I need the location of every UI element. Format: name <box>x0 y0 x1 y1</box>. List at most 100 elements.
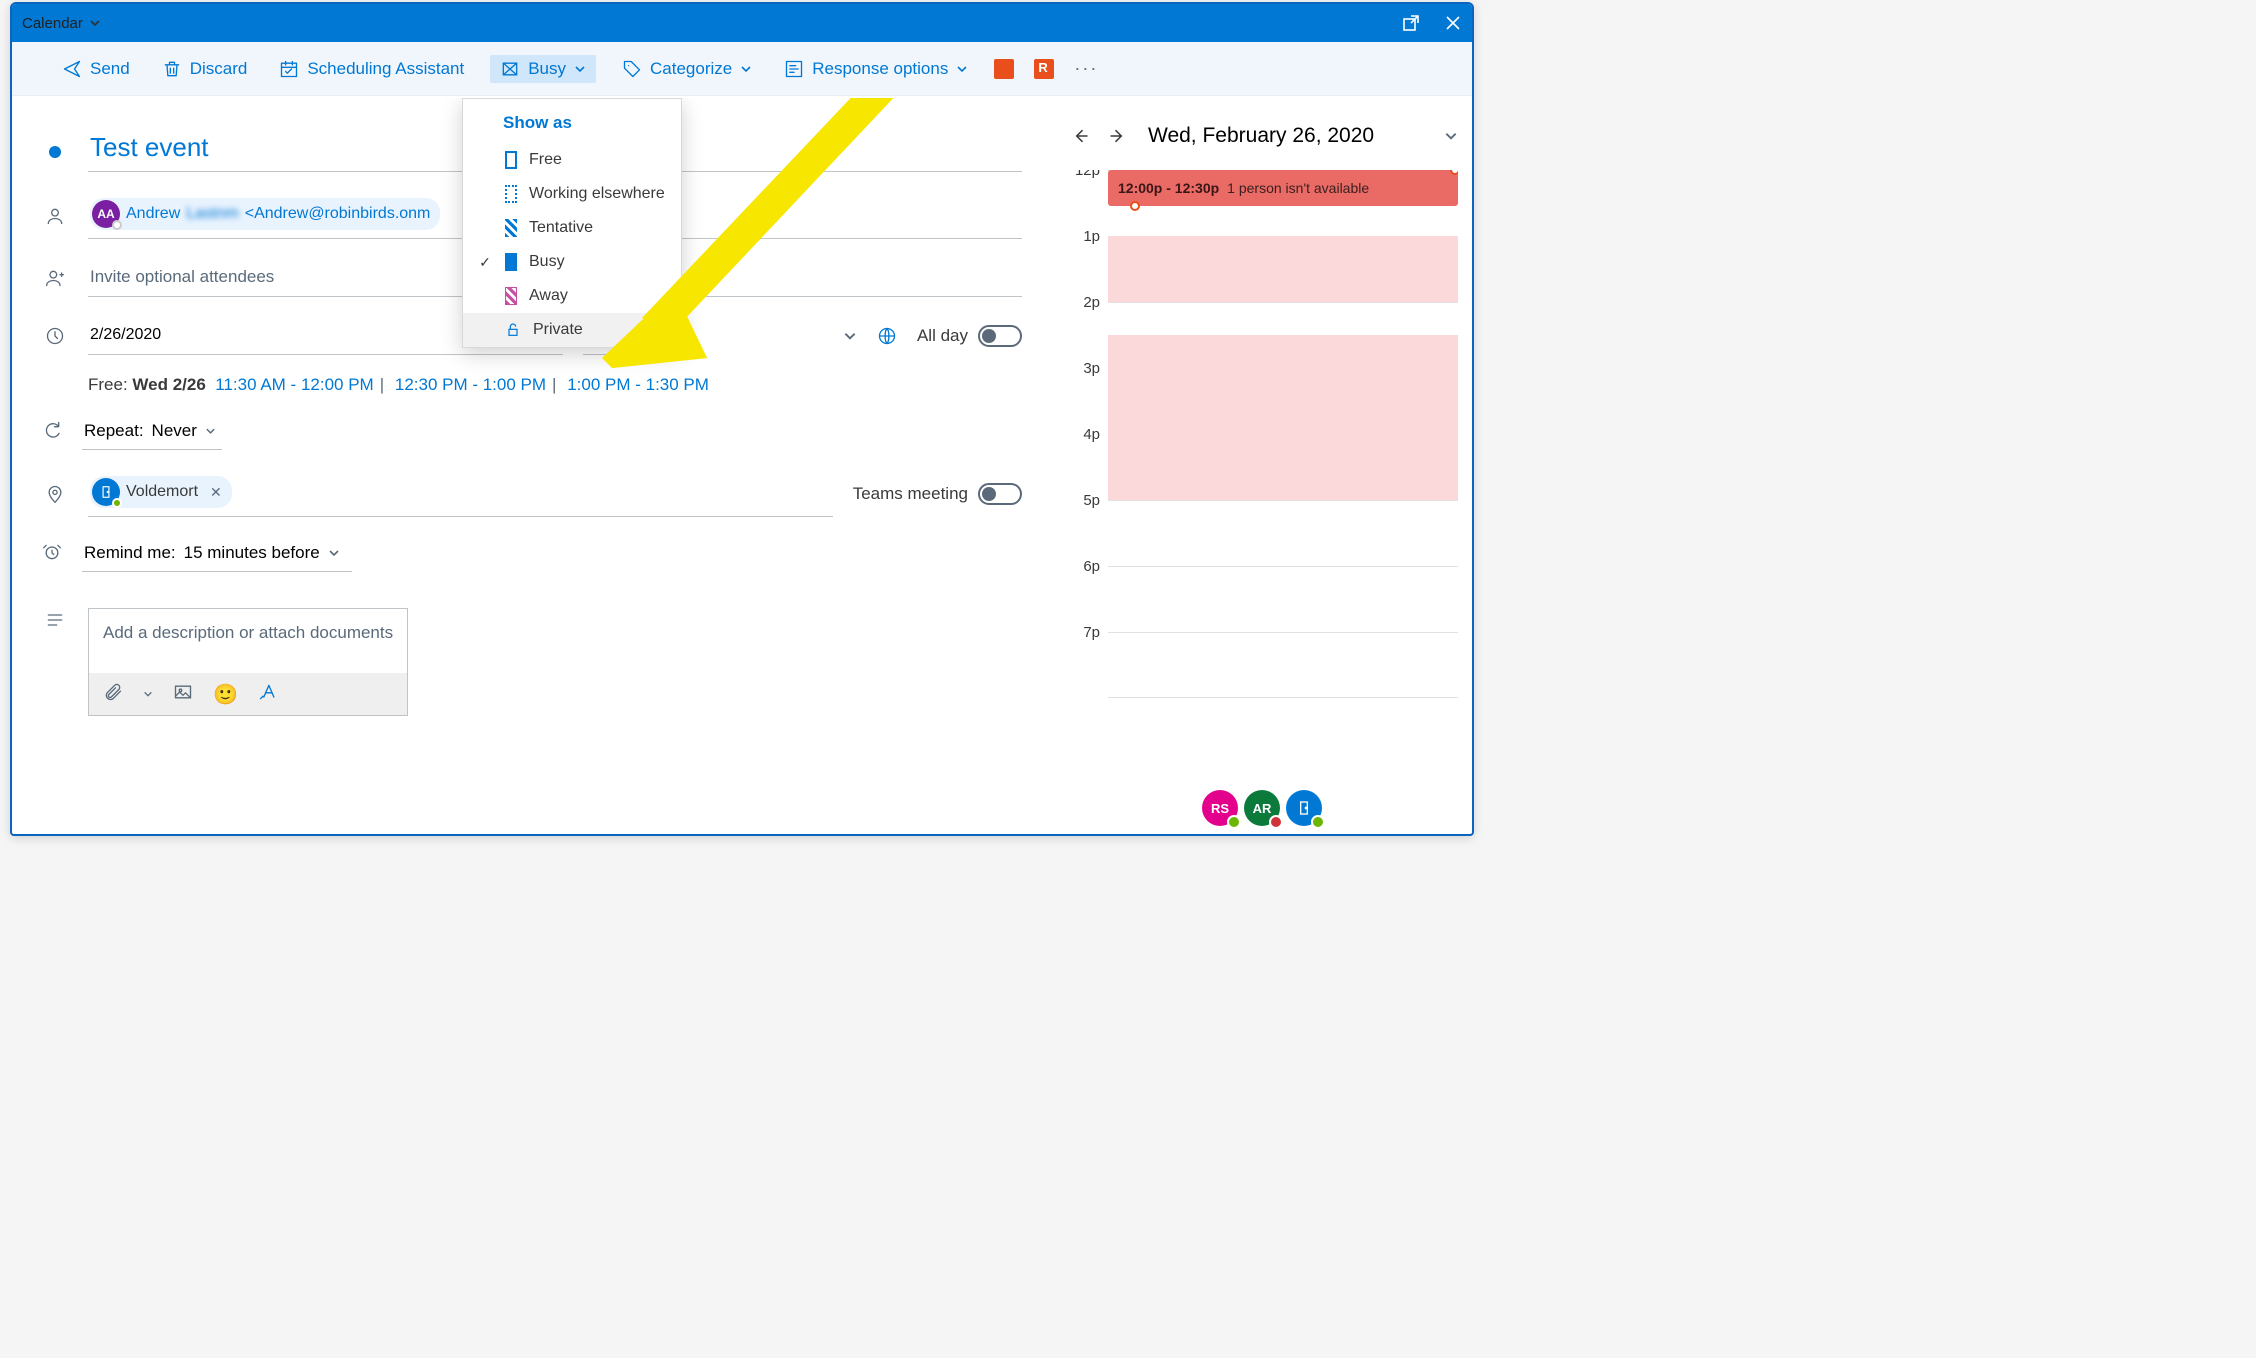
location-chip[interactable]: Voldemort ✕ <box>90 476 232 508</box>
hour-cell[interactable] <box>1108 632 1458 698</box>
attendee-presence-chip[interactable]: AR <box>1244 790 1280 826</box>
hour-cell[interactable] <box>1108 566 1458 632</box>
attendee-name: Andrew <box>126 205 180 223</box>
attendee-name-redacted: Lastnm <box>186 205 238 223</box>
addin-icon-2[interactable] <box>1034 59 1054 79</box>
format-button[interactable] <box>258 682 278 707</box>
attendee-avatar: AA <box>92 200 120 228</box>
hour-label: 1p <box>1066 228 1108 294</box>
busy-block <box>1108 236 1458 302</box>
popout-icon[interactable] <box>1402 14 1420 32</box>
busy-icon <box>500 59 520 79</box>
insert-image-button[interactable] <box>173 682 193 707</box>
send-label: Send <box>90 59 130 79</box>
hour-label: 7p <box>1066 624 1108 690</box>
event-block-warning: 1 person isn't available <box>1227 180 1369 196</box>
busy-label: Busy <box>528 59 566 79</box>
hour-cell[interactable] <box>1108 500 1458 566</box>
prev-day-button[interactable] <box>1066 122 1094 150</box>
calendar-color-dot <box>49 146 61 158</box>
description-editor[interactable]: Add a description or attach documents 🙂 <box>88 608 408 716</box>
show-as-option-private[interactable]: Private <box>463 313 681 347</box>
close-icon[interactable] <box>1444 14 1462 32</box>
attendee-chip[interactable]: AA Andrew Lastnm <Andrew@robinbirds.onm <box>90 198 440 230</box>
send-icon <box>62 59 82 79</box>
discard-label: Discard <box>190 59 248 79</box>
categorize-button[interactable]: Categorize <box>616 55 758 83</box>
clock-icon <box>45 326 65 346</box>
door-icon <box>1296 800 1312 816</box>
optional-placeholder: Invite optional attendees <box>90 267 274 287</box>
allday-label: All day <box>917 326 968 346</box>
show-as-option-away[interactable]: Away <box>463 279 681 313</box>
attendee-presence-strip: RS AR <box>1066 780 1458 834</box>
start-date-value: 2/26/2020 <box>90 326 161 344</box>
show-as-option-tentative[interactable]: Tentative <box>463 211 681 245</box>
chevron-down-icon[interactable] <box>843 329 857 343</box>
reminder-label: Remind me: <box>84 543 176 563</box>
hour-label: 5p <box>1066 492 1108 558</box>
globe-icon[interactable] <box>877 326 897 346</box>
emoji-button[interactable]: 🙂 <box>213 682 238 707</box>
busy-dropdown-button[interactable]: Busy <box>490 55 596 83</box>
toolbar: Send Discard Scheduling Assistant Busy C… <box>12 42 1472 96</box>
hour-label: 2p <box>1066 294 1108 360</box>
person-icon <box>45 206 65 226</box>
window-titlebar: Calendar <box>12 4 1472 42</box>
resize-handle[interactable] <box>1450 170 1458 175</box>
chevron-down-icon <box>89 17 101 29</box>
lock-open-icon <box>505 322 521 338</box>
titlebar-title: Calendar <box>22 15 83 32</box>
location-name: Voldemort <box>126 483 198 501</box>
description-icon <box>45 610 65 630</box>
attendee-presence-chip[interactable]: RS <box>1202 790 1238 826</box>
location-field[interactable]: Voldemort ✕ <box>88 470 833 517</box>
day-panel-date: Wed, February 26, 2020 <box>1148 124 1434 148</box>
attach-button[interactable] <box>103 682 123 707</box>
day-timegrid[interactable]: 12p1p2p3p4p5p6p7p12:00p - 12:30p 1 perso… <box>1066 170 1458 780</box>
teams-meeting-label: Teams meeting <box>853 484 968 504</box>
repeat-icon <box>42 420 62 440</box>
show-as-dropdown: Show as Free Working elsewhere Tentative… <box>462 98 682 348</box>
resize-handle[interactable] <box>1130 201 1140 211</box>
description-placeholder: Add a description or attach documents <box>89 609 407 657</box>
teams-meeting-toggle[interactable] <box>978 483 1022 505</box>
more-options-button[interactable]: ··· <box>1074 58 1098 79</box>
repeat-label: Repeat: <box>84 421 144 441</box>
event-title-input[interactable]: Test event <box>90 132 209 163</box>
allday-toggle[interactable] <box>978 325 1022 347</box>
free-slot-link[interactable]: 12:30 PM - 1:00 PM <box>395 375 546 394</box>
scheduling-icon <box>279 59 299 79</box>
location-icon <box>45 484 65 504</box>
show-as-option-free[interactable]: Free <box>463 143 681 177</box>
event-block[interactable]: 12:00p - 12:30p 1 person isn't available <box>1108 170 1458 206</box>
next-day-button[interactable] <box>1104 122 1132 150</box>
send-button[interactable]: Send <box>56 55 136 83</box>
addin-icon-1[interactable] <box>994 59 1014 79</box>
free-slot-link[interactable]: 11:30 AM - 12:00 PM <box>215 375 373 394</box>
chevron-down-icon <box>328 547 340 559</box>
reminder-field[interactable]: Remind me: 15 minutes before <box>82 537 352 572</box>
show-as-option-busy[interactable]: ✓Busy <box>463 245 681 279</box>
attendee-presence-chip[interactable] <box>1286 790 1322 826</box>
attendee-email: <Andrew@robinbirds.onm <box>245 205 431 223</box>
reminder-icon <box>42 542 62 562</box>
response-options-button[interactable]: Response options <box>778 55 974 83</box>
room-avatar <box>92 478 120 506</box>
discard-button[interactable]: Discard <box>156 55 254 83</box>
free-slot-link[interactable]: 1:00 PM - 1:30 PM <box>567 375 709 394</box>
reminder-value: 15 minutes before <box>184 543 320 563</box>
chevron-down-icon <box>740 63 752 75</box>
hour-label: 12p <box>1066 170 1108 228</box>
chevron-down-icon[interactable] <box>143 689 153 699</box>
repeat-field[interactable]: Repeat: Never <box>82 415 222 450</box>
repeat-value: Never <box>152 421 197 441</box>
show-as-option-working-elsewhere[interactable]: Working elsewhere <box>463 177 681 211</box>
hour-label: 6p <box>1066 558 1108 624</box>
scheduling-label: Scheduling Assistant <box>307 59 464 79</box>
chevron-down-icon[interactable] <box>1444 129 1458 143</box>
remove-location-button[interactable]: ✕ <box>210 484 222 501</box>
scheduling-assistant-button[interactable]: Scheduling Assistant <box>273 55 470 83</box>
chevron-down-icon <box>574 63 586 75</box>
calendar-dropdown[interactable]: Calendar <box>22 15 101 32</box>
